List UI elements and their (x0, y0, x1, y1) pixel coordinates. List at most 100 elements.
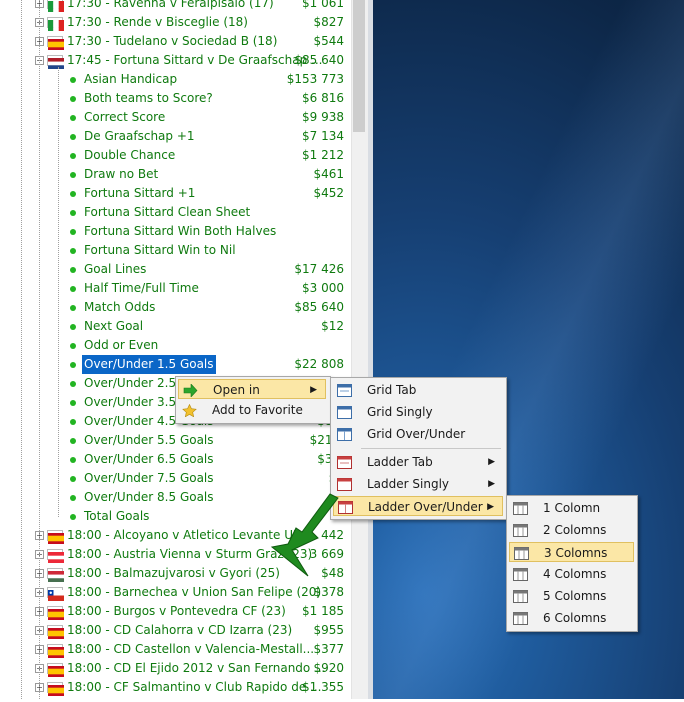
scrollbar-thumb[interactable] (353, 0, 365, 132)
menu-item-label: Grid Tab (367, 383, 417, 397)
flag-icon (47, 682, 64, 696)
market-row[interactable]: Half Time/Full Time $3 000 (0, 279, 350, 298)
market-status-dot (70, 419, 76, 425)
column-option-6[interactable]: 6 Colomns (509, 608, 634, 628)
column-option-1[interactable]: 1 Colomn (509, 498, 634, 518)
market-row[interactable]: Both teams to Score? $6 816 (0, 89, 350, 108)
market-row[interactable]: Goal Lines $17 426 (0, 260, 350, 279)
flag-icon (47, 587, 64, 601)
event-row[interactable]: +18:00 - CD El Ejido 2012 v San Fernando… (0, 659, 350, 678)
menu-item-open-in[interactable]: Open in ▶ (178, 379, 326, 399)
market-row[interactable]: Fortuna Sittard Clean Sheet (0, 203, 350, 222)
market-row[interactable]: Fortuna Sittard +1 $452 (0, 184, 350, 203)
market-row[interactable]: Next Goal $12 (0, 317, 350, 336)
star-icon (182, 403, 197, 418)
market-status-dot (70, 96, 76, 102)
event-amount: $920 (313, 661, 344, 675)
event-row[interactable]: +17:30 - Tudelano v Sociedad B (18) $544 (0, 32, 350, 51)
flag-icon (47, 17, 64, 31)
menu-item-label: Grid Over/Under (367, 427, 466, 441)
market-label: Asian Handicap (84, 72, 178, 86)
submenu-arrow-icon: ▶ (488, 457, 495, 467)
market-status-dot (70, 286, 76, 292)
menu-separator (361, 448, 501, 449)
menu-item-grid-singly[interactable]: Grid Singly (333, 402, 503, 422)
event-label: 17:45 - Fortuna Sittard v De Graafschap … (67, 53, 323, 67)
market-row[interactable]: Over/Under 6.5 Goals$3 9 (0, 450, 350, 469)
grid-singly-icon (337, 405, 352, 419)
flag-icon (47, 625, 64, 639)
event-label: 18:00 - CD Calahorra v CD Izarra (23) (67, 623, 293, 637)
market-label: Half Time/Full Time (84, 281, 199, 295)
event-amount: $1 061 (302, 0, 344, 10)
market-status-dot (70, 324, 76, 330)
menu-item-grid-tab[interactable]: Grid Tab (333, 380, 503, 400)
column-option-4[interactable]: 4 Colomns (509, 564, 634, 584)
menu-item-ladder-over-under[interactable]: Ladder Over/Under ▶ (333, 496, 503, 516)
event-label: 18:00 - CD Castellon v Valencia-Mestall.… (67, 642, 315, 656)
flag-icon (47, 55, 64, 69)
event-amount: $85 640 (294, 53, 344, 67)
market-amount: $452 (313, 186, 344, 200)
menu-item-add-to-favorite[interactable]: Add to Favorite (178, 400, 326, 420)
market-label: Over/Under 7.5 Goals (84, 471, 214, 485)
market-row[interactable]: Draw no Bet $461 (0, 165, 350, 184)
market-status-dot (70, 343, 76, 349)
market-status-dot (70, 134, 76, 140)
market-row[interactable]: Over/Under 7.5 Goals$1 (0, 469, 350, 488)
event-row[interactable]: +17:30 - Rende v Bisceglie (18) $827 (0, 13, 350, 32)
market-row[interactable]: Over/Under 1.5 Goals $22 808 (0, 355, 350, 374)
arrow-right-icon (183, 383, 198, 398)
market-row[interactable]: Match Odds $85 640 (0, 298, 350, 317)
event-row[interactable]: −17:45 - Fortuna Sittard v De Graafschap… (0, 51, 350, 70)
event-row[interactable]: +18:00 - CD Castellon v Valencia-Mestall… (0, 640, 350, 659)
event-row[interactable]: +18:00 - CF Salmantino v Club Rapido de … (0, 678, 350, 697)
event-row[interactable]: +17:30 - Ravenna v Feralpisalo (17) $1 06… (0, 0, 350, 13)
market-amount: $22 808 (294, 357, 344, 371)
market-status-dot (70, 457, 76, 463)
submenu-arrow-icon: ▶ (487, 502, 494, 512)
market-row[interactable]: Over/Under 5.5 Goals $21 2 (0, 431, 350, 450)
event-amount: $827 (313, 15, 344, 29)
column-option-2[interactable]: 2 Colomns (509, 520, 634, 540)
flag-icon (47, 568, 64, 582)
event-amount: $955 (313, 623, 344, 637)
market-row[interactable]: Asian Handicap $153 773 (0, 70, 350, 89)
market-amount: $7 134 (302, 129, 344, 143)
market-amount: $1 212 (302, 148, 344, 162)
market-status-dot (70, 438, 76, 444)
tree-guide-line (39, 0, 40, 699)
market-row[interactable]: Correct Score $9 938 (0, 108, 350, 127)
market-amount: $3 000 (302, 281, 344, 295)
market-label: Double Chance (84, 148, 176, 162)
event-amount: $1 355 (302, 680, 344, 694)
event-label: 18:00 - Burgos v Pontevedra CF (23) (67, 604, 286, 618)
event-row[interactable]: +18:00 - Burgos v Pontevedra CF (23) $1 1… (0, 602, 350, 621)
market-label: Fortuna Sittard Clean Sheet (84, 205, 251, 219)
market-row[interactable]: Fortuna Sittard Win to Nil (0, 241, 350, 260)
market-amount: $85 640 (294, 300, 344, 314)
market-status-dot (70, 362, 76, 368)
pointer-arrow-icon (270, 493, 339, 577)
market-label: Over/Under 3.5 G (84, 395, 190, 409)
market-row[interactable]: Double Chance $1 212 (0, 146, 350, 165)
column-option-5[interactable]: 5 Colomns (509, 586, 634, 606)
market-row[interactable]: Fortuna Sittard Win Both Halves (0, 222, 350, 241)
menu-item-ladder-singly[interactable]: Ladder Singly ▶ (333, 474, 503, 494)
market-row[interactable]: De Graafschap +1 $7 134 (0, 127, 350, 146)
column-option-label: 2 Colomns (543, 523, 607, 537)
market-status-dot (70, 267, 76, 273)
event-row[interactable]: +18:00 - CD Calahorra v CD Izarra (23) $9… (0, 621, 350, 640)
menu-item-ladder-tab[interactable]: Ladder Tab ▶ (333, 452, 503, 472)
columns-icon (513, 589, 528, 603)
column-option-3[interactable]: 3 Colomns (509, 542, 634, 562)
menu-item-label: Add to Favorite (212, 403, 303, 417)
market-amount: $6 816 (302, 91, 344, 105)
market-label: Match Odds (84, 300, 156, 314)
menu-item-grid-over-under[interactable]: Grid Over/Under (333, 424, 503, 444)
market-label: Fortuna Sittard Win Both Halves (84, 224, 277, 238)
market-row[interactable]: Odd or Even (0, 336, 350, 355)
market-label: Over/Under 5.5 Goals (84, 433, 214, 447)
event-amount: $378 (313, 585, 344, 599)
event-row[interactable]: +18:00 - Barnechea v Union San Felipe (2… (0, 583, 350, 602)
